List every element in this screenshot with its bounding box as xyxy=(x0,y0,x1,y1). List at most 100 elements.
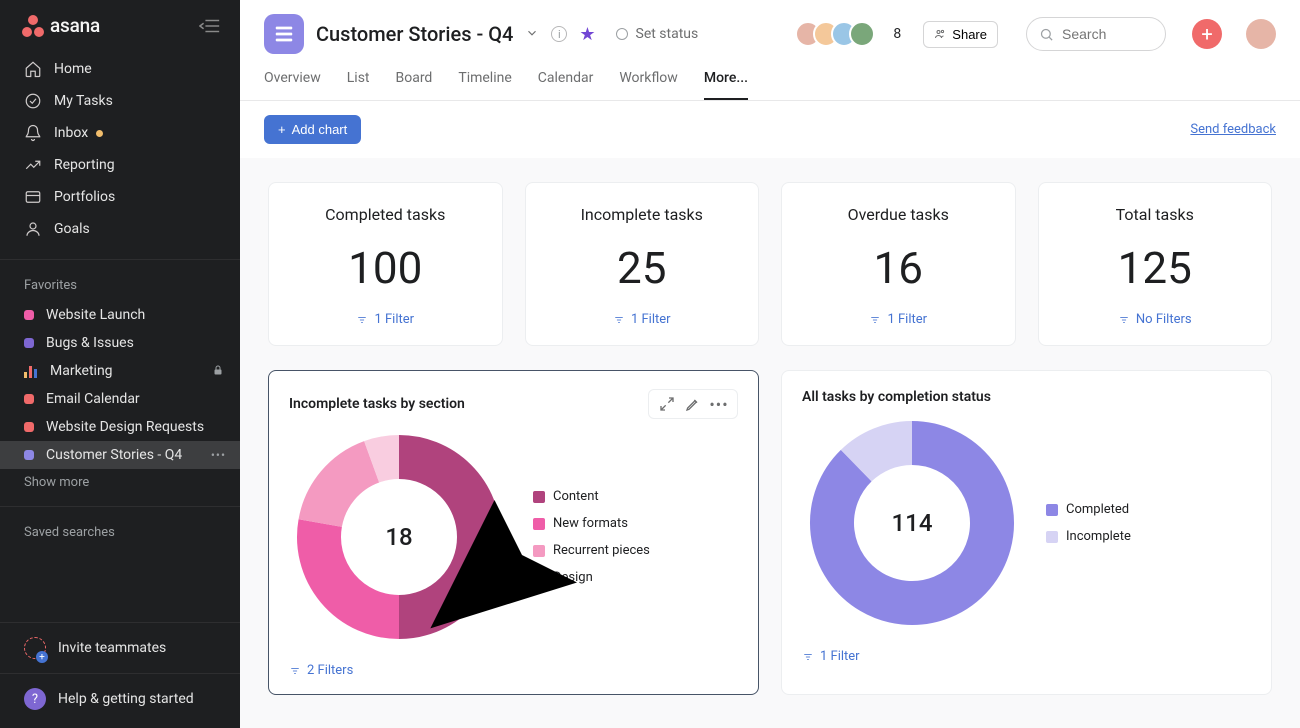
tab-overview[interactable]: Overview xyxy=(264,70,321,100)
project-color-icon xyxy=(24,338,34,348)
search-input[interactable] xyxy=(1062,26,1152,42)
sidebar-project-label: Marketing xyxy=(50,363,200,379)
people-icon xyxy=(934,28,946,40)
filter-icon xyxy=(356,315,368,325)
search-box[interactable] xyxy=(1026,17,1166,51)
tab-board[interactable]: Board xyxy=(396,70,433,100)
sidebar-project-label: Website Design Requests xyxy=(46,419,226,435)
project-tabs: Overview List Board Timeline Calendar Workflo… xyxy=(264,70,1276,100)
sidebar-item-home[interactable]: Home xyxy=(0,53,240,85)
create-button[interactable]: + xyxy=(1192,19,1222,49)
stat-card-overdue-tasks[interactable]: Overdue tasks 16 1 Filter xyxy=(781,182,1016,346)
legend-label: Completed xyxy=(1066,502,1129,517)
sidebar-saved-header: Saved searches xyxy=(0,511,240,548)
nav-icon xyxy=(24,124,42,142)
more-icon[interactable]: ••• xyxy=(211,448,226,462)
sidebar-item-inbox[interactable]: Inbox xyxy=(0,117,240,149)
add-chart-button[interactable]: + Add chart xyxy=(264,115,361,144)
sidebar-item-label: Portfolios xyxy=(54,189,115,205)
nav-icon xyxy=(24,92,42,110)
plus-icon: + xyxy=(278,122,286,137)
help-getting-started[interactable]: ? Help & getting started xyxy=(0,674,240,728)
stat-filter[interactable]: 1 Filter xyxy=(356,312,414,327)
collapse-sidebar-icon[interactable] xyxy=(198,15,222,37)
cursor-icon xyxy=(412,445,632,665)
stat-label: Incomplete tasks xyxy=(581,205,703,224)
sidebar-project-marketing[interactable]: Marketing xyxy=(0,357,240,385)
notification-dot-icon xyxy=(96,130,103,137)
sidebar-item-portfolios[interactable]: Portfolios xyxy=(0,181,240,213)
tab-timeline[interactable]: Timeline xyxy=(458,70,511,100)
help-icon: ? xyxy=(24,688,46,710)
stat-card-total-tasks[interactable]: Total tasks125No Filters xyxy=(1038,182,1273,346)
stat-label: Completed tasks xyxy=(325,205,445,224)
sidebar-project-customer-stories-q4[interactable]: Customer Stories - Q4••• xyxy=(0,441,240,469)
sidebar-item-label: My Tasks xyxy=(54,93,113,109)
sidebar-item-label: Home xyxy=(54,61,92,77)
sidebar-project-email-calendar[interactable]: Email Calendar xyxy=(0,385,240,413)
legend-swatch xyxy=(1046,504,1058,516)
project-icon[interactable] xyxy=(264,14,304,54)
nav-icon xyxy=(24,156,42,174)
filter-icon xyxy=(869,315,881,325)
invite-teammates[interactable]: Invite teammates xyxy=(0,623,240,673)
status-circle-icon xyxy=(616,28,628,40)
stat-card-incomplete-tasks[interactable]: Incomplete tasks251 Filter xyxy=(525,182,760,346)
star-icon[interactable]: ★ xyxy=(579,24,595,45)
sidebar-favorites-header: Favorites xyxy=(0,264,240,301)
sidebar-item-reporting[interactable]: Reporting xyxy=(0,149,240,181)
sidebar-project-website-launch[interactable]: Website Launch xyxy=(0,301,240,329)
chart-card-0[interactable]: Incomplete tasks by section•••18ContentN… xyxy=(268,370,759,695)
sidebar-item-goals[interactable]: Goals xyxy=(0,213,240,245)
tab-calendar[interactable]: Calendar xyxy=(538,70,594,100)
project-color-icon xyxy=(24,394,34,404)
stat-filter[interactable]: 1 Filter xyxy=(869,312,927,327)
filter-icon xyxy=(802,652,814,662)
legend-swatch xyxy=(1046,531,1058,543)
chart-title: All tasks by completion status xyxy=(802,389,991,405)
chart-filter[interactable]: 2 Filters xyxy=(289,663,738,678)
topbar: Customer Stories - Q4 i ★ Set status 8 S… xyxy=(240,0,1300,101)
stat-card-completed-tasks[interactable]: Completed tasks 100 1 Filter xyxy=(268,182,503,346)
user-avatar[interactable] xyxy=(1246,19,1276,49)
sidebar-project-bugs-issues[interactable]: Bugs & Issues xyxy=(0,329,240,357)
expand-icon[interactable] xyxy=(659,396,675,412)
avatar xyxy=(849,21,875,47)
main: Customer Stories - Q4 i ★ Set status 8 S… xyxy=(240,0,1300,728)
tab-more[interactable]: More... xyxy=(704,70,748,100)
tab-list[interactable]: List xyxy=(347,70,370,100)
sidebar-project-label: Website Launch xyxy=(46,307,226,323)
stat-value: 16 xyxy=(874,242,923,294)
send-feedback-link[interactable]: Send feedback xyxy=(1190,122,1276,137)
chart-filter[interactable]: 1 Filter xyxy=(802,649,1251,664)
sidebar-show-more[interactable]: Show more xyxy=(0,469,240,502)
filter-icon xyxy=(613,315,625,325)
project-color-icon xyxy=(24,450,34,460)
legend-item: Incomplete xyxy=(1046,529,1131,544)
stat-filter[interactable]: No Filters xyxy=(1118,312,1192,327)
info-icon[interactable]: i xyxy=(551,26,567,42)
stat-value: 100 xyxy=(348,242,422,294)
sidebar-project-website-design-requests[interactable]: Website Design Requests xyxy=(0,413,240,441)
brand-logo[interactable]: asana xyxy=(22,14,100,37)
set-status[interactable]: Set status xyxy=(616,26,699,42)
project-title: Customer Stories - Q4 xyxy=(316,22,513,46)
member-avatars[interactable] xyxy=(795,21,875,47)
invite-label: Invite teammates xyxy=(58,640,166,656)
edit-icon[interactable] xyxy=(685,396,701,412)
nav-icon xyxy=(24,220,42,238)
nav-icon xyxy=(24,60,42,78)
invite-icon xyxy=(24,637,46,659)
chart-title: Incomplete tasks by section xyxy=(289,396,465,412)
donut-chart: 18 xyxy=(289,427,509,647)
stat-label: Overdue tasks xyxy=(848,205,949,224)
stat-filter[interactable]: 1 Filter xyxy=(613,312,671,327)
dashboard-toolbar: + Add chart Send feedback xyxy=(240,101,1300,158)
share-button[interactable]: Share xyxy=(923,21,998,48)
chart-card-1[interactable]: All tasks by completion status114Complet… xyxy=(781,370,1272,695)
sidebar-item-my-tasks[interactable]: My Tasks xyxy=(0,85,240,117)
tab-workflow[interactable]: Workflow xyxy=(619,70,678,100)
more-icon[interactable]: ••• xyxy=(711,396,727,412)
project-color-icon xyxy=(24,422,34,432)
project-dropdown-icon[interactable] xyxy=(525,25,539,44)
